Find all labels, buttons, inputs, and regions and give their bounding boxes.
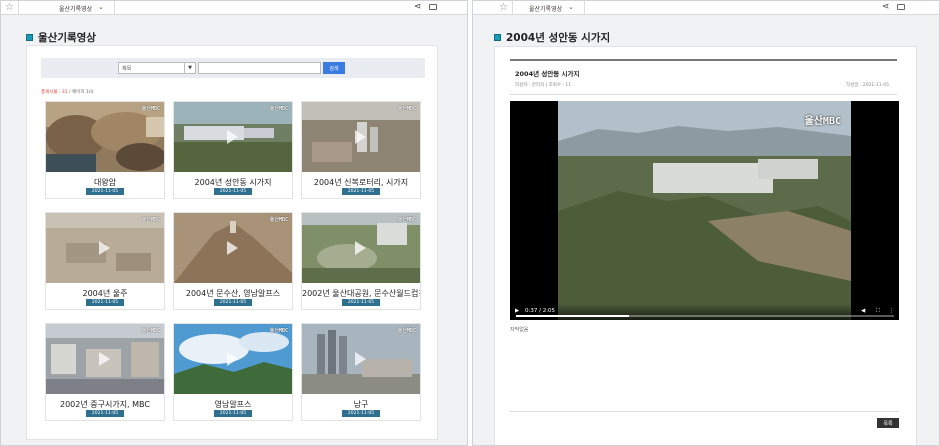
star-icon[interactable]: ☆ bbox=[1, 1, 19, 14]
detail-header: 2004년 성안동 시가지 작성자 : 관리자 | 조회수 : 11 작성일 :… bbox=[510, 59, 897, 95]
date-badge: 2021-11-05 bbox=[86, 299, 124, 306]
video-thumbnail[interactable]: 울산MBC bbox=[302, 102, 420, 172]
card-title[interactable]: 남구 bbox=[302, 399, 420, 410]
search-input[interactable] bbox=[198, 62, 321, 74]
video-thumbnail[interactable]: 울산MBC bbox=[46, 102, 164, 172]
search-field-select[interactable]: 제목 ▼ bbox=[118, 62, 196, 74]
detail-meta: 작성자 : 관리자 | 조회수 : 11 bbox=[515, 83, 572, 88]
video-card[interactable]: 울산MBC 영남알프스 2021-11-05 bbox=[173, 323, 293, 421]
top-toolbar: ☆ 울산기록영상 ⌄ ⋖ bbox=[473, 1, 939, 15]
video-player[interactable]: 울산MBC ▶ 0:37 / 2:05 ◀ ⛶ ⋮ bbox=[510, 101, 899, 320]
broadcaster-logo: 울산MBC bbox=[141, 328, 160, 334]
result-count: 총게시물 : 31 / 페이지 1/4 bbox=[41, 90, 94, 95]
card-title[interactable]: 영남알프스 bbox=[174, 399, 292, 410]
archive-list: 제목 ▼ 검색 총게시물 : 31 / 페이지 1/4 울산MBC 대왕암 20… bbox=[26, 45, 438, 440]
broadcaster-logo: 울산MBC bbox=[269, 106, 288, 112]
divider bbox=[114, 1, 115, 14]
subtitle-label: 자막없음 bbox=[510, 327, 529, 333]
broadcaster-logo: 울산MBC bbox=[141, 217, 160, 223]
list-button[interactable]: 목록 bbox=[877, 418, 899, 428]
play-icon bbox=[227, 352, 238, 366]
progress-fill bbox=[516, 315, 630, 317]
play-icon bbox=[99, 352, 110, 366]
broadcaster-logo: 울산MBC bbox=[141, 106, 160, 112]
video-card[interactable]: 울산MBC 남구 2021-11-05 bbox=[301, 323, 421, 421]
play-icon bbox=[227, 130, 238, 144]
video-thumbnail[interactable]: 울산MBC bbox=[46, 213, 164, 283]
broadcaster-logo: 울산MBC bbox=[269, 328, 288, 334]
date-badge: 2021-11-05 bbox=[86, 410, 124, 417]
date-badge: 2021-11-05 bbox=[214, 188, 252, 195]
card-title[interactable]: 2004년 문수산, 영남알프스 bbox=[174, 288, 292, 299]
page-title: 2004년 성안동 시가지 bbox=[494, 30, 610, 45]
video-card[interactable]: 울산MBC 2004년 신복로터리, 시가지 2021-11-05 bbox=[301, 101, 421, 199]
detail-title: 2004년 성안동 시가지 bbox=[515, 70, 580, 78]
progress-bar[interactable] bbox=[516, 315, 894, 317]
broadcaster-logo: 울산MBC bbox=[397, 217, 416, 223]
video-time: 0:37 / 2:05 bbox=[525, 308, 556, 314]
broadcaster-logo: 울산MBC bbox=[804, 116, 841, 127]
chevron-down-icon: ▼ bbox=[184, 63, 195, 73]
video-card[interactable]: 울산MBC 2004년 성안동 시가지 2021-11-05 bbox=[173, 101, 293, 199]
video-detail: 2004년 성안동 시가지 작성자 : 관리자 | 조회수 : 11 작성일 :… bbox=[494, 46, 917, 445]
date-badge: 2021-11-05 bbox=[214, 299, 252, 306]
breadcrumb[interactable]: 울산기록영상 bbox=[59, 4, 92, 13]
chevron-down-icon[interactable]: ⌄ bbox=[98, 3, 104, 11]
video-card[interactable]: 울산MBC 2004년 울주 2021-11-05 bbox=[45, 212, 165, 310]
detail-date: 작성일 : 2021-11-05 bbox=[846, 83, 889, 88]
video-card[interactable]: 울산MBC 2002년 중구시가지, MBC 2021-11-05 bbox=[45, 323, 165, 421]
date-badge: 2021-11-05 bbox=[214, 410, 252, 417]
card-title[interactable]: 2004년 울주 bbox=[46, 288, 164, 299]
play-icon bbox=[355, 241, 366, 255]
page-title: 울산기록영상 bbox=[26, 30, 96, 45]
share-icon[interactable]: ⋖ bbox=[882, 2, 890, 13]
video-card[interactable]: 울산MBC 2002년 울산대공원, 문수산월드컵경기 2021-11-05 bbox=[301, 212, 421, 310]
video-thumbnail[interactable]: 울산MBC bbox=[174, 102, 292, 172]
divider bbox=[510, 411, 899, 412]
print-icon[interactable] bbox=[429, 4, 437, 10]
card-title[interactable]: 2002년 울산대공원, 문수산월드컵경기 bbox=[302, 288, 420, 299]
video-card[interactable]: 울산MBC 2004년 문수산, 영남알프스 2021-11-05 bbox=[173, 212, 293, 310]
page-title-icon bbox=[26, 34, 33, 41]
divider bbox=[584, 1, 585, 14]
star-icon[interactable]: ☆ bbox=[495, 1, 513, 14]
search-bar: 제목 ▼ 검색 bbox=[41, 58, 425, 78]
top-toolbar: ☆ 울산기록영상 ⌄ ⋖ bbox=[1, 1, 467, 15]
date-badge: 2021-11-05 bbox=[342, 299, 380, 306]
chevron-down-icon[interactable]: ⌄ bbox=[568, 3, 574, 11]
card-title[interactable]: 2004년 신복로터리, 시가지 bbox=[302, 177, 420, 188]
share-icon[interactable]: ⋖ bbox=[414, 2, 422, 13]
more-icon[interactable]: ⋮ bbox=[889, 308, 895, 314]
right-pane: ☆ 울산기록영상 ⌄ ⋖ 2004년 성안동 시가지 2004년 성안동 시가지… bbox=[472, 0, 940, 446]
date-badge: 2021-11-05 bbox=[342, 188, 380, 195]
play-icon bbox=[355, 130, 366, 144]
volume-icon[interactable]: ◀ bbox=[861, 308, 865, 314]
fullscreen-icon[interactable]: ⛶ bbox=[876, 308, 880, 315]
left-pane: ☆ 울산기록영상 ⌄ ⋖ 울산기록영상 제목 ▼ 검색 총게시물 : 31 / … bbox=[0, 0, 468, 446]
broadcaster-logo: 울산MBC bbox=[397, 328, 416, 334]
print-icon[interactable] bbox=[897, 4, 905, 10]
video-thumbnail[interactable]: 울산MBC bbox=[46, 324, 164, 394]
card-title[interactable]: 2004년 성안동 시가지 bbox=[174, 177, 292, 188]
video-thumbnail[interactable]: 울산MBC bbox=[174, 324, 292, 394]
video-thumbnail[interactable]: 울산MBC bbox=[302, 324, 420, 394]
video-card[interactable]: 울산MBC 대왕암 2021-11-05 bbox=[45, 101, 165, 199]
card-title[interactable]: 2002년 중구시가지, MBC bbox=[46, 399, 164, 410]
play-icon bbox=[99, 241, 110, 255]
breadcrumb[interactable]: 울산기록영상 bbox=[529, 4, 562, 13]
search-button[interactable]: 검색 bbox=[323, 62, 345, 74]
broadcaster-logo: 울산MBC bbox=[269, 217, 288, 223]
broadcaster-logo: 울산MBC bbox=[397, 106, 416, 112]
play-icon[interactable]: ▶ bbox=[515, 308, 519, 314]
video-thumbnail[interactable]: 울산MBC bbox=[174, 213, 292, 283]
video-thumbnail[interactable]: 울산MBC bbox=[302, 213, 420, 283]
card-title[interactable]: 대왕암 bbox=[46, 177, 164, 188]
date-badge: 2021-11-05 bbox=[342, 410, 380, 417]
play-icon bbox=[227, 241, 238, 255]
date-badge: 2021-11-05 bbox=[86, 188, 124, 195]
page-title-icon bbox=[494, 34, 501, 41]
play-icon bbox=[355, 352, 366, 366]
video-frame[interactable]: 울산MBC bbox=[558, 101, 851, 320]
video-controls: ▶ 0:37 / 2:05 ◀ ⛶ ⋮ bbox=[510, 304, 899, 320]
